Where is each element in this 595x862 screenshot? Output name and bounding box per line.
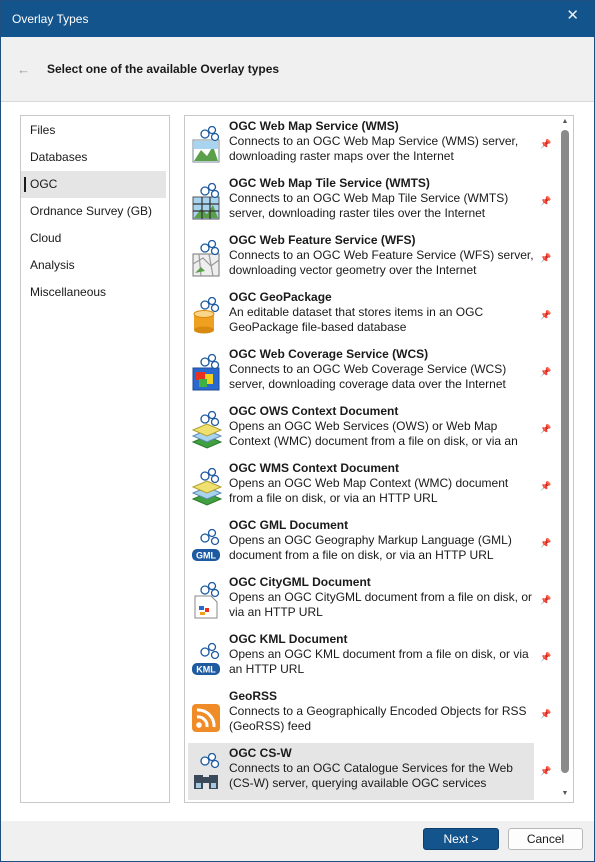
page-heading: Select one of the available Overlay type…	[47, 62, 280, 76]
overlay-item-csw[interactable]: OGC CS-W Connects to an OGC Catalogue Se…	[188, 743, 534, 800]
overlay-description: Connects to an OGC Web Map Tile Service …	[229, 191, 509, 220]
category-item-ogc[interactable]: OGC	[21, 171, 166, 198]
scrollbar-thumb[interactable]	[561, 130, 569, 773]
pin-icon[interactable]: 📌	[540, 423, 552, 435]
category-label: Ordnance Survey (GB)	[30, 204, 153, 218]
overlay-item-wfs[interactable]: OGC Web Feature Service (WFS) Connects t…	[188, 230, 534, 287]
wmts-icon	[192, 183, 220, 220]
scroll-up-icon[interactable]: ▲	[561, 118, 569, 125]
gml-badge-text: GML	[196, 551, 216, 561]
overlay-item-gml[interactable]: GML OGC GML Document Opens an OGC Geogra…	[188, 515, 534, 572]
overlay-name: GeoRSS	[229, 689, 278, 703]
dialog-footer: Next > Cancel	[1, 821, 594, 861]
overlay-description: Connects to a Geographically Encoded Obj…	[229, 704, 527, 733]
pin-icon[interactable]: 📌	[540, 138, 552, 150]
overlay-description: Opens an OGC Geography Markup Language (…	[229, 533, 512, 562]
category-item-cloud[interactable]: Cloud	[21, 225, 169, 252]
wcs-icon	[192, 354, 220, 391]
overlay-description: Connects to an OGC Web Feature Service (…	[229, 248, 534, 277]
overlay-item-geopackage[interactable]: OGC GeoPackage An editable dataset that …	[188, 287, 534, 344]
category-label: OGC	[30, 177, 58, 191]
category-list: Files Databases OGC Ordnance Survey (GB)…	[20, 115, 170, 803]
pin-icon[interactable]: 📌	[540, 594, 552, 606]
overlay-name: OGC Web Map Tile Service (WMTS)	[229, 176, 430, 190]
wms-context-icon	[191, 468, 223, 506]
overlay-types-dialog: Overlay Types ✕ ← Select one of the avai…	[0, 0, 595, 862]
vertical-scrollbar[interactable]: ▲ ▼	[558, 116, 572, 802]
citygml-icon	[194, 582, 220, 619]
pin-icon[interactable]: 📌	[540, 480, 552, 492]
pin-icon[interactable]: 📌	[540, 765, 552, 777]
overlay-item-wms-context[interactable]: OGC WMS Context Document Opens an OGC We…	[188, 458, 534, 515]
overlay-name: OGC WMS Context Document	[229, 461, 399, 475]
dialog-header: ← Select one of the available Overlay ty…	[1, 37, 594, 102]
category-item-miscellaneous[interactable]: Miscellaneous	[21, 279, 169, 306]
overlay-name: OGC Web Coverage Service (WCS)	[229, 347, 429, 361]
overlay-item-ows-context[interactable]: OGC OWS Context Document Opens an OGC We…	[188, 401, 534, 458]
overlay-name: OGC OWS Context Document	[229, 404, 399, 418]
next-button[interactable]: Next >	[423, 828, 499, 850]
wms-icon	[192, 126, 220, 163]
overlay-item-georss[interactable]: GeoRSS Connects to a Geographically Enco…	[188, 686, 534, 743]
category-item-analysis[interactable]: Analysis	[21, 252, 169, 279]
pin-icon[interactable]: 📌	[540, 195, 552, 207]
overlay-list: OGC Web Map Service (WMS) Connects to an…	[184, 115, 574, 803]
overlay-item-kml[interactable]: KML OGC KML Document Opens an OGC KML do…	[188, 629, 534, 686]
category-item-databases[interactable]: Databases	[21, 144, 169, 171]
overlay-item-wms[interactable]: OGC Web Map Service (WMS) Connects to an…	[188, 116, 534, 173]
overlay-item-wmts[interactable]: OGC Web Map Tile Service (WMTS) Connects…	[188, 173, 534, 230]
overlay-item-wcs[interactable]: OGC Web Coverage Service (WCS) Connects …	[188, 344, 534, 401]
overlay-description: Connects to an OGC Web Map Service (WMS)…	[229, 134, 519, 163]
overlay-name: OGC CS-W	[229, 746, 292, 760]
category-label: Miscellaneous	[30, 285, 107, 299]
overlay-description: Opens an OGC Web Services (OWS) or Web M…	[229, 419, 518, 448]
ows-context-icon	[191, 411, 223, 449]
csw-icon	[194, 753, 220, 789]
overlay-name: OGC KML Document	[229, 632, 348, 646]
kml-badge-text: KML	[196, 665, 216, 675]
pin-icon[interactable]: 📌	[540, 252, 552, 264]
category-label: Databases	[30, 150, 88, 164]
back-arrow-icon[interactable]: ←	[17, 62, 35, 77]
overlay-name: OGC GML Document	[229, 518, 349, 532]
overlay-name: OGC Web Feature Service (WFS)	[229, 233, 416, 247]
overlay-item-citygml[interactable]: OGC CityGML Document Opens an OGC CityGM…	[188, 572, 534, 629]
window-title: Overlay Types	[12, 12, 89, 26]
overlay-name: OGC CityGML Document	[229, 575, 371, 589]
pin-icon[interactable]: 📌	[540, 309, 552, 321]
category-label: Analysis	[30, 258, 75, 272]
overlay-name: OGC Web Map Service (WMS)	[229, 119, 399, 133]
pin-icon[interactable]: 📌	[540, 708, 552, 720]
cancel-button[interactable]: Cancel	[508, 828, 583, 850]
content-area: Files Databases OGC Ordnance Survey (GB)…	[1, 102, 594, 821]
pin-icon[interactable]: 📌	[540, 366, 552, 378]
overlay-description: An editable dataset that stores items in…	[229, 305, 484, 334]
gml-icon: GML	[192, 528, 220, 561]
wfs-icon	[192, 240, 220, 277]
category-item-files[interactable]: Files	[21, 117, 169, 144]
overlay-description: Opens an OGC CityGML document from a fil…	[229, 590, 533, 619]
category-item-ordnance-survey[interactable]: Ordnance Survey (GB)	[21, 198, 169, 225]
category-label: Cloud	[30, 231, 62, 245]
geopackage-icon	[193, 297, 220, 334]
scroll-down-icon[interactable]: ▼	[561, 790, 569, 797]
pin-icon[interactable]: 📌	[540, 651, 552, 663]
overlay-description: Opens an OGC Web Map Context (WMC) docum…	[229, 476, 509, 505]
close-icon[interactable]: ✕	[566, 6, 579, 24]
pin-icon[interactable]: 📌	[540, 537, 552, 549]
georss-icon	[192, 704, 220, 732]
kml-icon: KML	[192, 642, 220, 675]
overlay-description: Connects to an OGC Web Coverage Service …	[229, 362, 507, 391]
overlay-name: OGC GeoPackage	[229, 290, 332, 304]
title-bar: Overlay Types ✕	[1, 1, 594, 37]
overlay-description: Opens an OGC KML document from a file on…	[229, 647, 529, 676]
category-label: Files	[30, 123, 56, 137]
overlay-description: Connects to an OGC Catalogue Services fo…	[229, 761, 513, 790]
